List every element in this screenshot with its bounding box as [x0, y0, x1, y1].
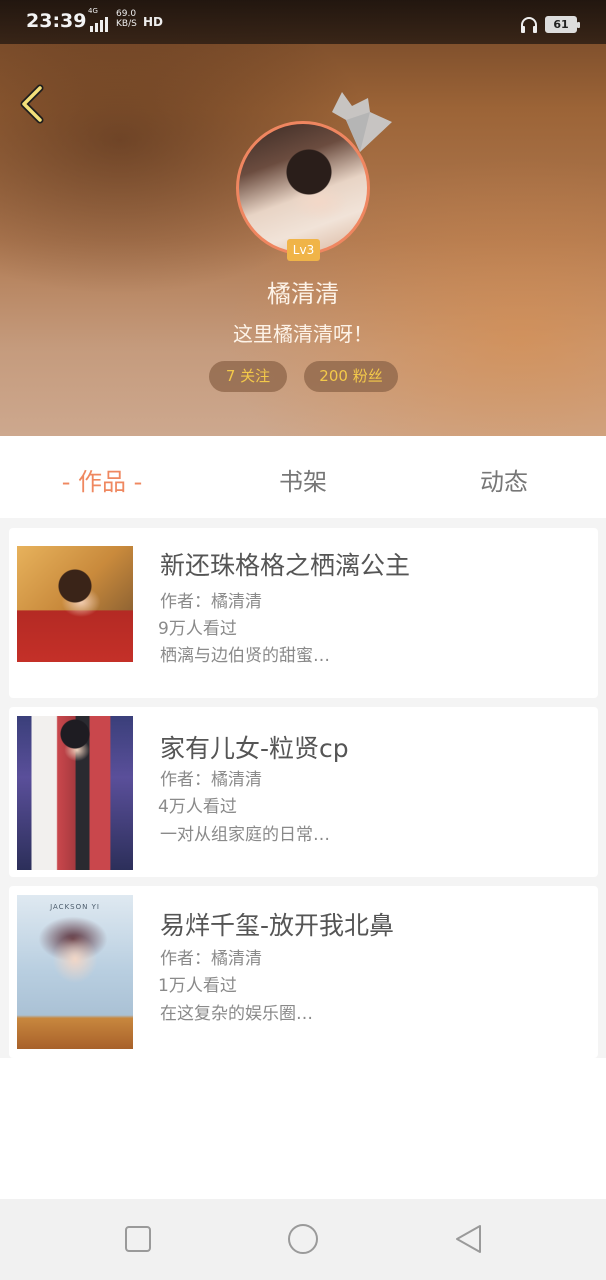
network-speed: 69.0 KB/S [116, 9, 137, 29]
system-nav-bar [0, 1199, 606, 1280]
book-title: 新还珠格格之栖漓公主 [160, 551, 411, 580]
recent-apps-icon[interactable] [121, 1222, 155, 1256]
book-author: 作者：橘清清 [160, 592, 262, 612]
status-bar: 23:39 4G 69.0 KB/S HD 61 [0, 0, 606, 44]
level-badge: Lv3 [287, 239, 320, 261]
tab-bookshelf[interactable]: 书架 [243, 462, 363, 496]
list-item[interactable]: 家有儿女-粒贤cp 作者：橘清清 4万人看过 一对从组家庭的日常… [9, 707, 598, 877]
profile-tabs: - 作品 - 书架 动态 [0, 436, 606, 518]
book-views: 9万人看过 [158, 619, 237, 639]
user-bio: 这里橘清清呀！ [233, 322, 373, 346]
username: 橘清清 [267, 280, 339, 308]
status-time: 23:39 [26, 10, 87, 32]
book-cover: JACKSON YI [17, 895, 133, 1049]
fans-count-button[interactable]: 200 粉丝 [304, 361, 398, 392]
hd-indicator: HD [143, 15, 164, 29]
home-icon[interactable] [286, 1222, 320, 1256]
book-description: 在这复杂的娱乐圈… [160, 1004, 313, 1024]
back-arrow-icon[interactable] [16, 84, 48, 124]
book-title: 家有儿女-粒贤cp [160, 734, 349, 763]
book-views: 4万人看过 [158, 797, 237, 817]
book-author: 作者：橘清清 [160, 949, 262, 969]
following-count-button[interactable]: 7 关注 [209, 361, 287, 392]
battery-icon: 61 [545, 16, 580, 33]
network-type: 4G [88, 7, 98, 15]
tab-activity[interactable]: 动态 [444, 462, 564, 496]
tab-works[interactable]: - 作品 - [40, 462, 164, 496]
book-description: 一对从组家庭的日常… [160, 825, 330, 845]
headphone-icon [521, 17, 537, 33]
back-triangle-icon[interactable] [452, 1222, 486, 1256]
list-item[interactable]: JACKSON YI 易烊千玺-放开我北鼻 作者：橘清清 1万人看过 在这复杂的… [9, 886, 598, 1058]
works-list: 新还珠格格之栖漓公主 作者：橘清清 9万人看过 栖漓与边伯贤的甜蜜… 家有儿女-… [0, 518, 606, 1058]
book-views: 1万人看过 [158, 976, 237, 996]
book-author: 作者：橘清清 [160, 770, 262, 790]
list-item[interactable]: 新还珠格格之栖漓公主 作者：橘清清 9万人看过 栖漓与边伯贤的甜蜜… [9, 528, 598, 698]
signal-icon: 4G [86, 7, 110, 32]
crown-icon [332, 92, 392, 152]
book-cover [17, 716, 133, 870]
book-title: 易烊千玺-放开我北鼻 [160, 911, 395, 940]
cover-text: JACKSON YI [50, 903, 100, 911]
book-description: 栖漓与边伯贤的甜蜜… [160, 646, 330, 666]
book-cover [17, 546, 133, 662]
